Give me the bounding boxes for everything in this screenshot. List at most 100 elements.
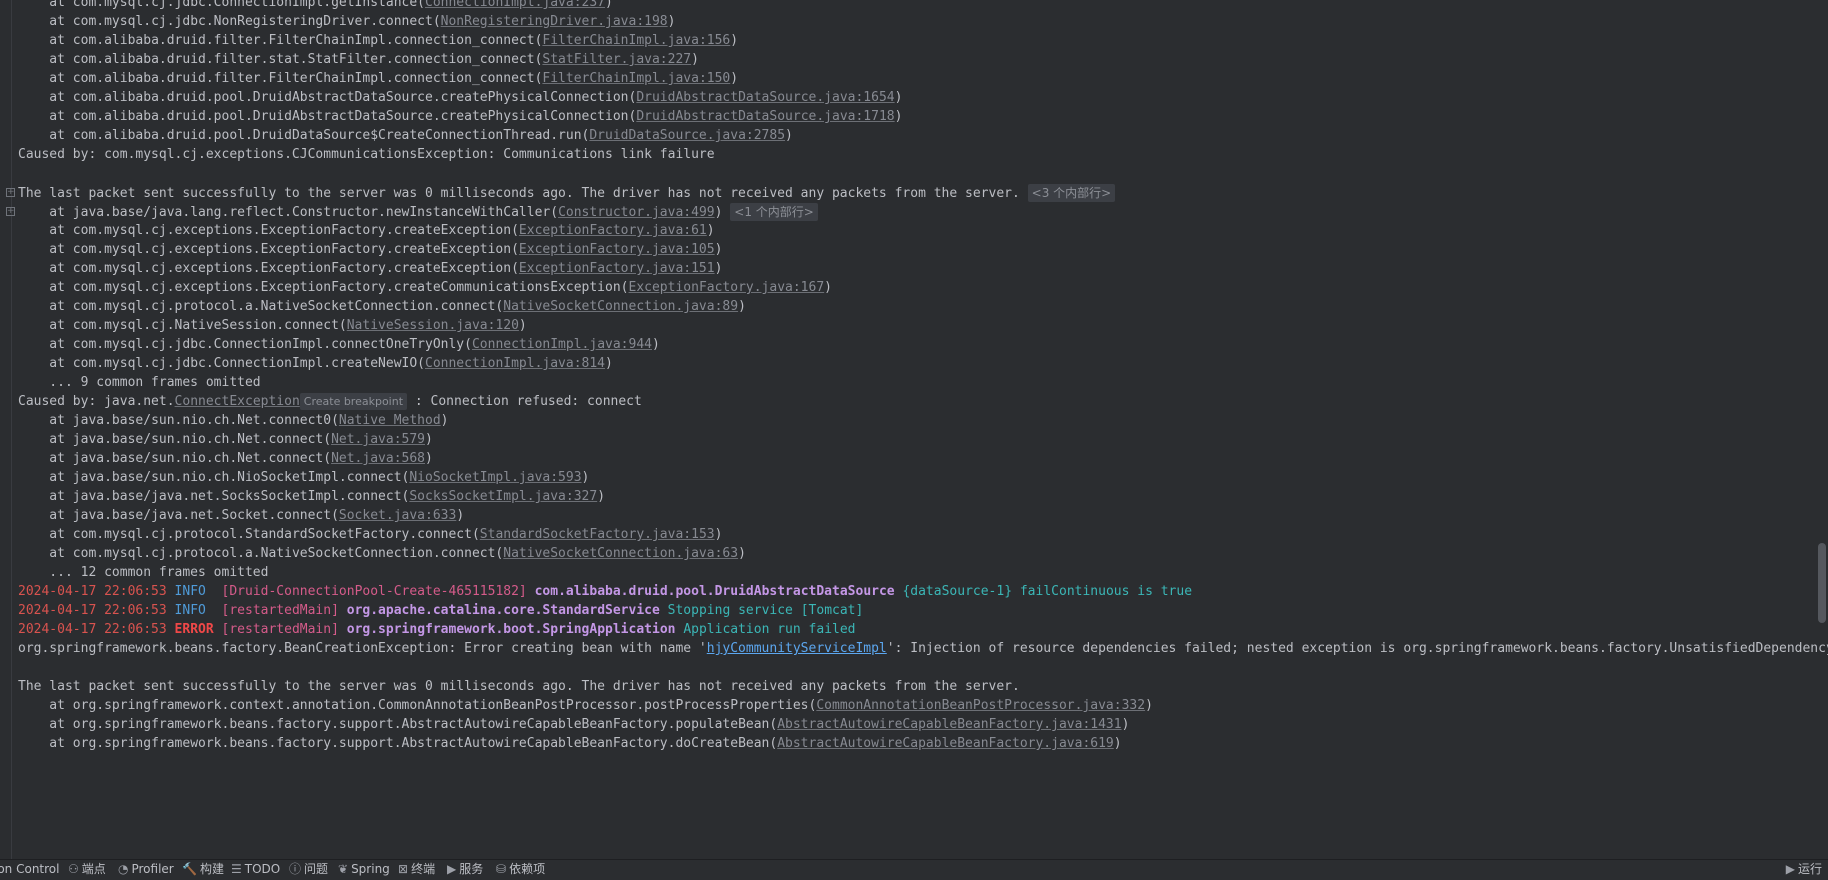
source-link[interactable]: ConnectionImpl.java:237: [425, 0, 605, 10]
tool-window-button[interactable]: ion Control: [0, 860, 59, 880]
source-link[interactable]: DruidDataSource.java:2785: [589, 128, 785, 143]
exception-link[interactable]: ConnectException: [175, 394, 300, 409]
tool-window-label: Spring: [351, 862, 390, 876]
source-link[interactable]: FilterChainImpl.java:156: [542, 33, 730, 48]
source-link[interactable]: ExceptionFactory.java:61: [519, 223, 707, 238]
tool-window-button[interactable]: 🔨 构建: [182, 860, 224, 880]
source-link[interactable]: ExceptionFactory.java:105: [519, 242, 715, 257]
expand-fold-icon[interactable]: +: [6, 188, 15, 197]
plain-text: The last packet sent successfully to the…: [18, 679, 1020, 694]
console-output[interactable]: at com.mysql.cj.jdbc.ConnectionImpl.getI…: [0, 0, 1828, 859]
frame-close: ): [1121, 717, 1130, 732]
tool-window-icon: ❦: [338, 862, 349, 876]
log-thread: [Druid-ConnectionPool-Create-465115182]: [221, 584, 527, 599]
tool-window-button[interactable]: ⚇ 端点: [68, 860, 106, 880]
frame-prefix: at: [18, 52, 73, 67]
source-link[interactable]: Constructor.java:499: [558, 205, 715, 220]
source-link[interactable]: AbstractAutowireCapableBeanFactory.java:…: [777, 736, 1114, 751]
frame-method: com.alibaba.druid.filter.stat.StatFilter…: [72, 52, 543, 67]
frame-close: ): [425, 451, 433, 466]
frame-prefix: at: [18, 698, 73, 713]
source-link[interactable]: Net.java:579: [331, 432, 425, 447]
source-link[interactable]: ExceptionFactory.java:167: [629, 280, 825, 295]
collapsed-lines-badge[interactable]: <3 个内部行>: [1027, 184, 1116, 202]
frame-method: com.mysql.cj.jdbc.ConnectionImpl.connect…: [72, 337, 472, 352]
log-timestamp: 2024-04-17 22:06:53: [18, 603, 167, 618]
source-link[interactable]: AbstractAutowireCapableBeanFactory.java:…: [777, 717, 1121, 732]
frame-method: com.mysql.cj.jdbc.ConnectionImpl.createN…: [72, 356, 425, 371]
log-timestamp: 2024-04-17 22:06:53: [18, 622, 167, 637]
log-thread: [restartedMain]: [221, 603, 339, 618]
source-link[interactable]: ExceptionFactory.java:151: [519, 261, 715, 276]
source-link[interactable]: SocksSocketImpl.java:327: [409, 489, 597, 504]
tool-window-icon: ◔: [118, 862, 129, 876]
caused-by-message: : Connection refused: connect: [407, 394, 642, 409]
run-tool-button[interactable]: ▶ 运行: [1786, 860, 1822, 880]
frame-close: ): [651, 337, 660, 352]
source-link[interactable]: NativeSocketConnection.java:89: [503, 299, 738, 314]
source-link[interactable]: FilterChainImpl.java:150: [542, 71, 730, 86]
source-link[interactable]: Net.java:568: [331, 451, 425, 466]
log-logger: org.apache.catalina.core.StandardService: [346, 603, 660, 618]
tool-window-button[interactable]: ⊠ 终端: [398, 860, 435, 880]
tool-window-button[interactable]: ▶ 服务: [447, 860, 483, 880]
frame-method: com.mysql.cj.exceptions.ExceptionFactory…: [72, 242, 519, 257]
frame-close: ): [518, 318, 527, 333]
source-link[interactable]: NativeSocketConnection.java:63: [503, 546, 738, 561]
tool-window-button[interactable]: ⛁ 依赖项: [496, 860, 545, 880]
bean-name-link[interactable]: hjyCommunityServiceImpl: [707, 641, 887, 656]
source-link[interactable]: ConnectionImpl.java:814: [425, 356, 605, 371]
tool-window-button[interactable]: ⓘ 问题: [289, 860, 328, 880]
frame-method: com.alibaba.druid.filter.FilterChainImpl…: [72, 33, 543, 48]
tool-window-button[interactable]: ◔ Profiler: [118, 860, 174, 880]
source-link[interactable]: Native Method: [339, 413, 441, 428]
plain-text: Caused by: com.mysql.cj.exceptions.CJCom…: [18, 147, 715, 162]
source-link[interactable]: CommonAnnotationBeanPostProcessor.java:3…: [816, 698, 1145, 713]
source-link[interactable]: NioSocketImpl.java:593: [409, 470, 581, 485]
frame-close: ): [605, 356, 613, 371]
frame-method: com.mysql.cj.exceptions.ExceptionFactory…: [72, 261, 519, 276]
frame-method: com.alibaba.druid.pool.DruidDataSource$C…: [72, 128, 590, 143]
source-link[interactable]: StatFilter.java:227: [542, 52, 691, 67]
frame-prefix: at: [18, 205, 73, 220]
frame-prefix: at: [18, 90, 73, 105]
source-link[interactable]: ConnectionImpl.java:944: [472, 337, 652, 352]
frame-prefix: at: [18, 71, 73, 86]
frame-method: java.base/java.net.Socket.connect(: [72, 508, 339, 523]
source-link[interactable]: DruidAbstractDataSource.java:1654: [636, 90, 894, 105]
exception-text-tail: ': Injection of resource dependencies fa…: [886, 641, 1828, 656]
tool-window-icon: ⛁: [496, 862, 507, 876]
plain-text: ... 12 common frames omitted: [18, 565, 269, 580]
tool-window-button[interactable]: ❦ Spring: [338, 860, 390, 880]
frame-prefix: at: [18, 356, 73, 371]
create-breakpoint-hint[interactable]: Create breakpoint: [299, 393, 408, 410]
tool-window-label: ion Control: [0, 862, 60, 876]
frame-close: ): [456, 508, 465, 523]
frame-method: java.base/sun.nio.ch.NioSocketImpl.conne…: [72, 470, 410, 485]
tool-window-label: 依赖项: [509, 862, 546, 876]
frame-prefix: at: [18, 0, 73, 10]
source-link[interactable]: StandardSocketFactory.java:153: [480, 527, 715, 542]
collapsed-lines-badge[interactable]: <1 个内部行>: [730, 203, 818, 221]
frame-close: ): [605, 0, 613, 10]
source-link[interactable]: NativeSession.java:120: [347, 318, 519, 333]
frame-prefix: at: [18, 736, 73, 751]
vertical-scrollbar[interactable]: [1818, 543, 1826, 623]
source-link[interactable]: NonRegisteringDriver.java:198: [441, 14, 668, 29]
frame-prefix: at: [18, 318, 73, 333]
frame-method: com.mysql.cj.protocol.a.NativeSocketConn…: [72, 299, 504, 314]
frame-prefix: at: [18, 489, 73, 504]
frame-prefix: at: [18, 261, 73, 276]
expand-fold-icon[interactable]: +: [6, 207, 15, 216]
frame-method: com.mysql.cj.jdbc.NonRegisteringDriver.c…: [72, 14, 441, 29]
run-icon: ▶: [1785, 862, 1795, 876]
frame-prefix: at: [18, 413, 73, 428]
tool-window-icon: ▶: [447, 862, 457, 876]
tool-window-button[interactable]: ☰ TODO: [231, 860, 280, 880]
source-link[interactable]: DruidAbstractDataSource.java:1718: [636, 109, 894, 124]
source-link[interactable]: Socket.java:633: [339, 508, 456, 523]
tool-window-label: 终端: [411, 862, 436, 876]
log-logger: org.springframework.boot.SpringApplicati…: [346, 622, 676, 637]
frame-close: ): [738, 299, 746, 314]
frame-close: ): [785, 128, 793, 143]
